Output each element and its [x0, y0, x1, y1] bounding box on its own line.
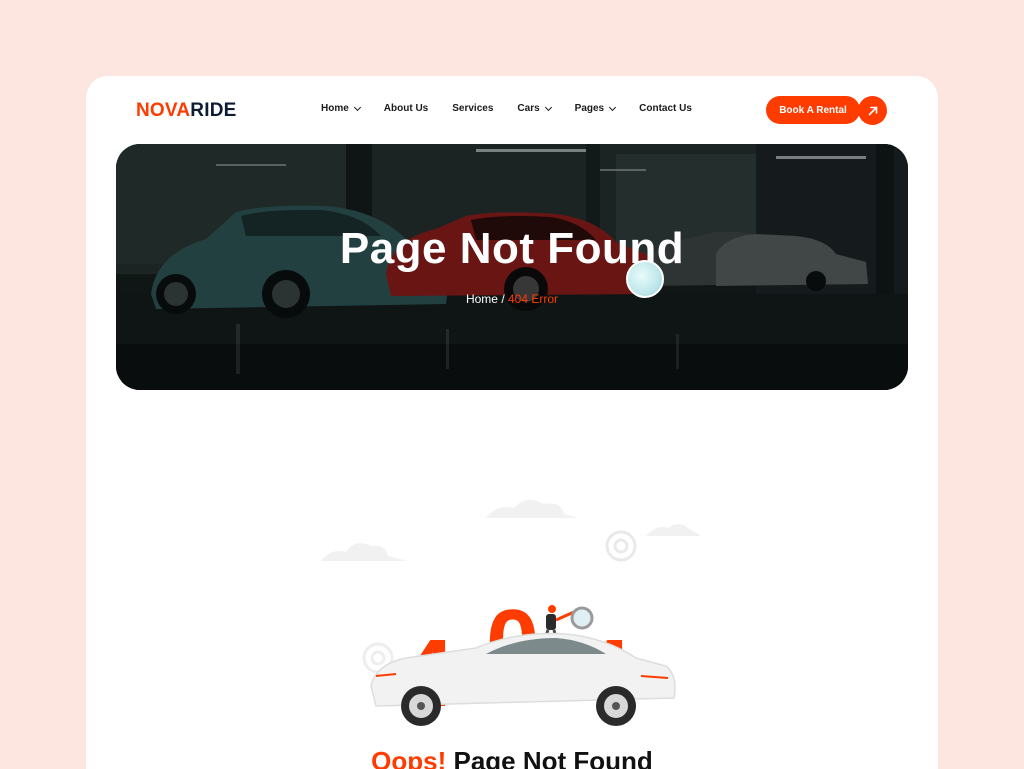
nav-item-label: About Us [383, 103, 429, 114]
nav-item-about[interactable]: About Us [384, 103, 428, 114]
breadcrumb-current: 404 Error [508, 292, 559, 306]
error-headline-rest: Page Not Found [453, 746, 653, 769]
nav-item-label: Services [452, 103, 494, 114]
chevron-down-icon [544, 103, 552, 111]
cloud-icon [646, 524, 701, 536]
nav-item-label: Pages [574, 103, 605, 114]
nav-item-cars[interactable]: Cars [517, 103, 552, 114]
chevron-down-icon [609, 103, 617, 111]
hero-title: Page Not Found [339, 224, 685, 273]
error-404-illustration: 4 0 4 [321, 499, 701, 726]
cloud-icon [321, 543, 408, 561]
nav-item-services[interactable]: Services [452, 103, 493, 114]
brand-logo[interactable]: NOVARIDE [136, 100, 237, 122]
brand-logo-part1: NOVA [136, 100, 191, 121]
hero-banner: Page Not Found Home / 404 Error [116, 144, 908, 390]
nav-item-label: Home [321, 103, 349, 114]
arrow-up-right-icon [868, 106, 877, 115]
nav-item-label: Cars [517, 103, 540, 114]
cloud-icon [486, 499, 578, 518]
main-nav: Home About Us Services Cars Pages Contac… [321, 103, 692, 114]
breadcrumb-separator: / [501, 292, 505, 306]
brand-logo-part2: RIDE [190, 100, 237, 121]
error-headline-accent: Oops! [371, 746, 447, 769]
book-rental-arrow-button[interactable] [858, 96, 887, 125]
nav-item-pages[interactable]: Pages [574, 103, 617, 114]
nav-item-home[interactable]: Home [321, 103, 361, 114]
nav-item-contact[interactable]: Contact Us [639, 103, 692, 114]
breadcrumb: Home / 404 Error [116, 292, 908, 306]
chevron-down-icon [353, 103, 361, 111]
error-headline: Oops! Page Not Found [86, 746, 938, 769]
breadcrumb-home-link[interactable]: Home [466, 292, 498, 306]
book-rental-button[interactable]: Book A Rental [766, 96, 860, 124]
gear-icon [605, 530, 637, 562]
page-card: NOVARIDE Home About Us Services Cars Pag… [86, 76, 938, 769]
nav-item-label: Contact Us [639, 103, 692, 114]
